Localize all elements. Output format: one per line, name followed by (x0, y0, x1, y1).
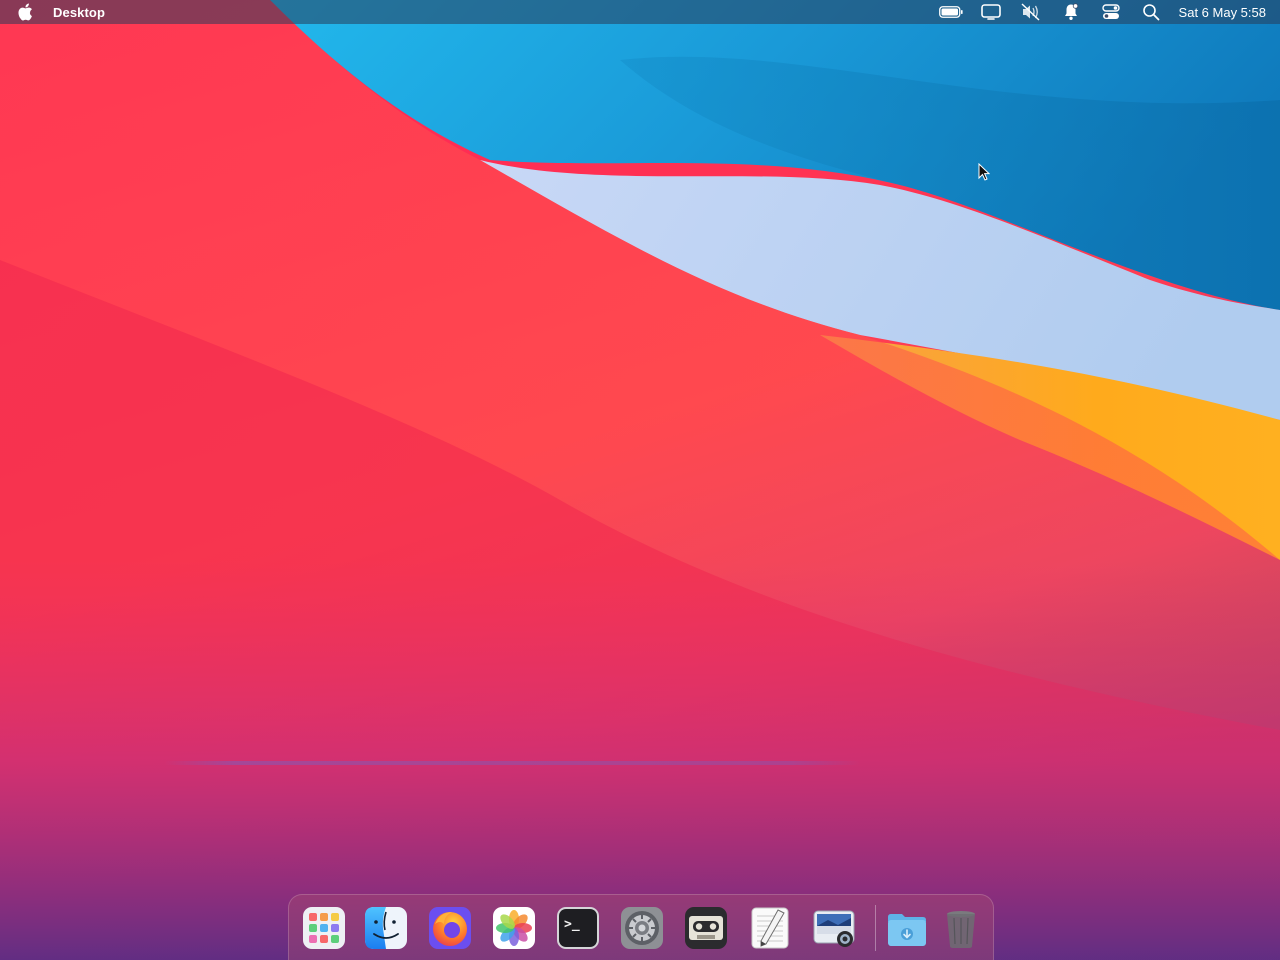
menu-bar-clock[interactable]: Sat 6 May 5:58 (1179, 5, 1266, 20)
search-icon[interactable] (1131, 0, 1171, 24)
terminal-prompt: >_ (564, 917, 580, 932)
cassette-icon[interactable] (684, 906, 728, 950)
finder-icon[interactable] (364, 906, 408, 950)
menu-bar: Desktop Sat 6 May 5:58 (0, 0, 1280, 24)
firefox-icon[interactable] (428, 906, 472, 950)
control-center-icon[interactable] (1091, 0, 1131, 24)
dock-separator (875, 905, 876, 951)
trash-icon[interactable] (939, 906, 983, 950)
display-icon[interactable] (971, 0, 1011, 24)
screenshot-icon[interactable] (812, 906, 856, 950)
photos-icon[interactable] (492, 906, 536, 950)
text-editor-icon[interactable] (748, 906, 792, 950)
active-app-name[interactable]: Desktop (53, 5, 105, 20)
terminal-icon[interactable]: >_ (556, 906, 600, 950)
downloads-folder-icon[interactable] (885, 906, 929, 950)
apple-menu-icon[interactable] (15, 2, 35, 22)
battery-icon[interactable] (931, 0, 971, 24)
gear-icon[interactable] (620, 906, 664, 950)
volume-muted-icon[interactable] (1011, 0, 1051, 24)
launchpad-icon[interactable] (302, 906, 346, 950)
wallpaper-streak (165, 761, 860, 765)
mouse-pointer-icon (978, 163, 990, 181)
dock: >_ (288, 894, 994, 960)
desktop-wallpaper (0, 0, 1280, 960)
notifications-icon[interactable] (1051, 0, 1091, 24)
